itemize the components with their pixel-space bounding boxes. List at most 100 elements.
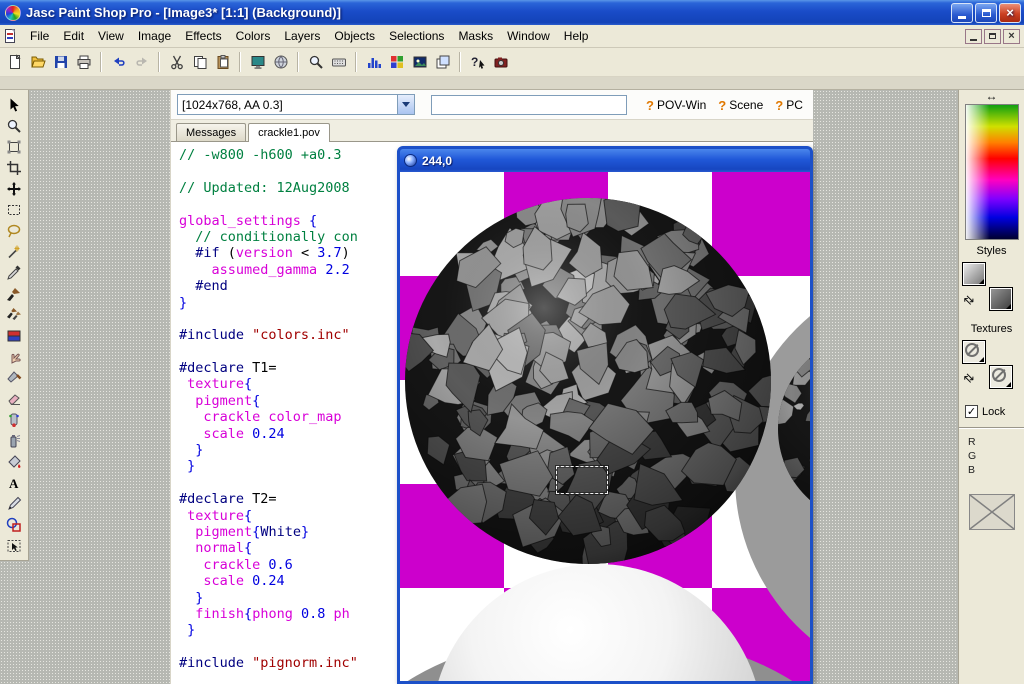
mdi-restore-button[interactable]	[984, 29, 1001, 44]
swap-textures-icon[interactable]: ⇄	[961, 369, 978, 386]
title-bar[interactable]: Jasc Paint Shop Pro - [Image3* [1:1] (Ba…	[0, 0, 1024, 25]
window-title: Jasc Paint Shop Pro - [Image3* [1:1] (Ba…	[26, 5, 949, 20]
menu-effects[interactable]: Effects	[178, 25, 228, 46]
magic-wand-tool[interactable]	[1, 241, 28, 262]
undo-button[interactable]	[107, 51, 130, 74]
render-preset-combobox[interactable]: [1024x768, AA 0.3]	[177, 94, 415, 115]
arrow-tool[interactable]	[1, 94, 28, 115]
new-icon	[7, 54, 23, 70]
selection-tool[interactable]	[1, 199, 28, 220]
deformation-tool[interactable]	[1, 136, 28, 157]
menu-colors[interactable]: Colors	[229, 25, 278, 46]
close-button[interactable]: ×	[999, 3, 1021, 23]
eraser-tool[interactable]	[1, 388, 28, 409]
color-picker[interactable]	[965, 104, 1019, 240]
histogram-button[interactable]	[362, 51, 385, 74]
histogram-icon	[366, 54, 382, 70]
menu-objects[interactable]: Objects	[327, 25, 382, 46]
paste-button[interactable]	[211, 51, 234, 74]
redo-button[interactable]	[130, 51, 153, 74]
color-palette-toggle-button[interactable]	[385, 51, 408, 74]
menu-image[interactable]: Image	[131, 25, 178, 46]
picture-tube-tool[interactable]	[1, 409, 28, 430]
save-button[interactable]	[49, 51, 72, 74]
object-selector-tool[interactable]	[1, 535, 28, 556]
minimize-button[interactable]	[951, 3, 973, 23]
new-button[interactable]	[3, 51, 26, 74]
full-screen-preview-icon	[250, 54, 266, 70]
selection-marquee[interactable]	[556, 466, 608, 494]
rgb-row-b: B	[968, 464, 1024, 478]
foreground-texture-swatch[interactable]	[962, 340, 986, 364]
print-button[interactable]	[72, 51, 95, 74]
copy-button[interactable]	[188, 51, 211, 74]
background-style-swatch[interactable]	[989, 287, 1013, 311]
airbrush-tool[interactable]	[1, 430, 28, 451]
mdi-close-button[interactable]: ×	[1003, 29, 1020, 44]
dropper-tool[interactable]	[1, 262, 28, 283]
lock-checkbox[interactable]: ✓	[965, 405, 978, 418]
clone-brush-tool[interactable]	[1, 304, 28, 325]
tab-crackle1-pov[interactable]: crackle1.pov	[248, 123, 330, 142]
selection-icon	[6, 202, 22, 218]
zoom-icon	[308, 54, 324, 70]
restore-button[interactable]	[975, 3, 997, 23]
tool-options-button[interactable]	[327, 51, 350, 74]
crop-tool[interactable]	[1, 157, 28, 178]
help-button-pov-win[interactable]: ?POV-Win	[643, 96, 709, 115]
rgb-label: B	[968, 464, 978, 478]
zoom-button[interactable]	[304, 51, 327, 74]
retouch-tool[interactable]	[1, 346, 28, 367]
text-tool[interactable]: A	[1, 472, 28, 493]
full-screen-preview-button[interactable]	[246, 51, 269, 74]
tab-messages[interactable]: Messages	[176, 123, 246, 141]
toolbar-separator	[297, 52, 299, 72]
open-button[interactable]	[26, 51, 49, 74]
freehand-tool[interactable]	[1, 220, 28, 241]
render-window-titlebar[interactable]: 244,0	[400, 149, 810, 172]
render-image[interactable]	[400, 172, 810, 681]
help-button-pc[interactable]: ?PC	[772, 96, 806, 115]
paint-brush-tool[interactable]	[1, 283, 28, 304]
command-line-input[interactable]	[431, 95, 627, 115]
color-replacer-tool[interactable]	[1, 325, 28, 346]
layer-palette-button[interactable]	[431, 51, 454, 74]
preset-shapes-tool[interactable]	[1, 514, 28, 535]
mdi-minimize-button[interactable]	[965, 29, 982, 44]
rgb-row-g: G	[968, 450, 1024, 464]
mover-tool[interactable]	[1, 178, 28, 199]
menu-window[interactable]: Window	[500, 25, 557, 46]
image-adjust-button[interactable]	[408, 51, 431, 74]
color-palette-toggle-icon	[389, 54, 405, 70]
toolbar-separator	[239, 52, 241, 72]
question-icon: ?	[775, 98, 783, 113]
scratch-remover-tool[interactable]	[1, 367, 28, 388]
browse-button[interactable]	[269, 51, 292, 74]
menu-file[interactable]: File	[23, 25, 56, 46]
combobox-dropdown-button[interactable]	[397, 95, 414, 114]
foreground-style-swatch[interactable]	[962, 262, 986, 286]
help-button-scene[interactable]: ?Scene	[715, 96, 766, 115]
color-palette: ↔ Styles ⇄ Textures ⇄ ✓ Lock RGB	[958, 90, 1024, 684]
menu-help[interactable]: Help	[557, 25, 596, 46]
menu-selections[interactable]: Selections	[382, 25, 451, 46]
render-window[interactable]: 244,0	[397, 146, 813, 684]
menu-edit[interactable]: Edit	[56, 25, 91, 46]
menu-masks[interactable]: Masks	[451, 25, 500, 46]
menu-view[interactable]: View	[91, 25, 131, 46]
context-help-button[interactable]: ?	[466, 51, 489, 74]
zoom-tool[interactable]	[1, 115, 28, 136]
crackle-sphere-main	[405, 198, 771, 564]
texture-swatches: ⇄	[959, 338, 1024, 396]
draw-tool[interactable]	[1, 493, 28, 514]
document-icon	[3, 28, 19, 44]
flood-fill-tool[interactable]	[1, 451, 28, 472]
picture-tube-icon	[6, 412, 22, 428]
background-texture-swatch[interactable]	[989, 365, 1013, 389]
null-texture-icon	[965, 343, 979, 357]
palette-resize-handle[interactable]: ↔	[959, 90, 1024, 103]
screen-capture-button[interactable]	[489, 51, 512, 74]
menu-layers[interactable]: Layers	[277, 25, 327, 46]
cut-button[interactable]	[165, 51, 188, 74]
swap-styles-icon[interactable]: ⇄	[961, 291, 978, 308]
